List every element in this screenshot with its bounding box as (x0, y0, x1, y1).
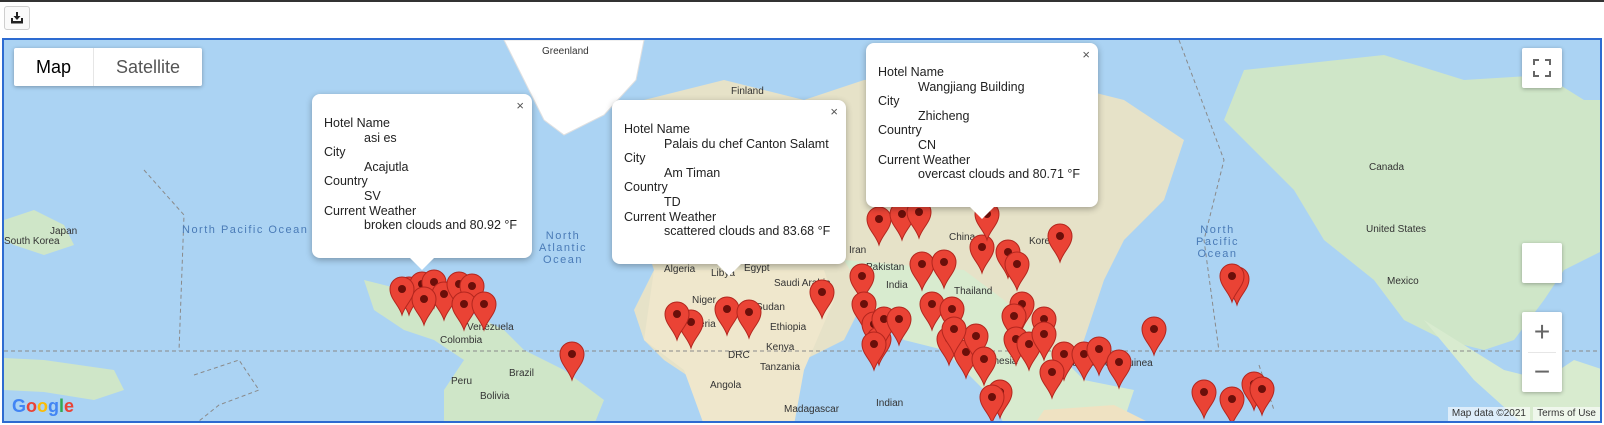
world-map[interactable]: Greenland Finland South Korea Japan Canada Un… (2, 38, 1602, 423)
map-marker-pin-icon[interactable] (866, 206, 892, 247)
map-marker-pin-icon[interactable] (1106, 349, 1132, 390)
map-type-control: Map Satellite (14, 48, 203, 86)
map-marker-pin-icon[interactable] (969, 234, 995, 275)
info-label: City (878, 94, 900, 109)
info-value: overcast clouds and 80.71 °F (918, 167, 1081, 182)
close-icon[interactable]: × (1082, 47, 1090, 62)
map-marker-pin-icon[interactable] (714, 296, 740, 337)
zoom-control: + − (1522, 312, 1562, 392)
info-label: Hotel Name (878, 65, 944, 79)
map-marker-pin-icon[interactable] (1004, 251, 1030, 292)
map-marker-pin-icon[interactable] (451, 291, 477, 332)
info-value: Palais du chef Canton Salamt (664, 136, 829, 151)
info-window-zhicheng: × Hotel Name Wangjiang Building City Zhi… (866, 43, 1098, 219)
info-label: City (624, 151, 646, 166)
info-label: Country (324, 174, 368, 189)
map-marker-pin-icon[interactable] (1039, 359, 1065, 400)
map-type-satellite-button[interactable]: Satellite (94, 48, 202, 86)
info-label: City (324, 145, 346, 160)
map-marker-pin-icon[interactable] (736, 299, 762, 340)
info-value: SV (364, 188, 381, 203)
info-label: Current Weather (624, 209, 717, 224)
info-window-acajutla: × Hotel Name asi es City Acajutla Countr… (312, 94, 532, 270)
map-marker-pin-icon[interactable] (1047, 223, 1073, 264)
fullscreen-button[interactable] (1522, 48, 1562, 88)
zoom-in-button[interactable]: + (1534, 312, 1550, 352)
info-value: scattered clouds and 83.68 °F (664, 224, 831, 239)
info-value: asi es (364, 130, 397, 145)
info-label: Current Weather (878, 152, 971, 167)
info-label: Current Weather (324, 203, 417, 218)
info-value: Zhicheng (918, 108, 970, 123)
map-marker-pin-icon[interactable] (471, 291, 497, 332)
info-value: TD (664, 194, 681, 209)
info-value: broken clouds and 80.92 °F (364, 218, 518, 233)
map-marker-pin-icon[interactable] (931, 249, 957, 290)
info-label: Hotel Name (624, 122, 690, 136)
info-value: Am Timan (664, 165, 721, 180)
map-marker-pin-icon[interactable] (1191, 379, 1217, 420)
map-marker-pin-icon[interactable] (861, 331, 887, 372)
info-value: Wangjiang Building (918, 79, 1025, 94)
info-label: Country (878, 123, 922, 138)
info-label: Country (624, 180, 668, 195)
map-marker-pin-icon[interactable] (411, 286, 437, 327)
info-value: CN (918, 137, 937, 152)
close-icon[interactable]: × (516, 98, 524, 113)
download-button[interactable] (4, 6, 30, 30)
map-marker-pin-icon[interactable] (559, 341, 585, 382)
info-value: Acajutla (364, 159, 409, 174)
download-icon (11, 12, 23, 24)
map-type-map-button[interactable]: Map (14, 48, 95, 86)
fullscreen-icon (1533, 59, 1551, 77)
google-logo: Google (12, 396, 75, 416)
info-window-am-timan: × Hotel Name Palais du chef Canton Salam… (612, 100, 846, 276)
street-view-button[interactable] (1522, 243, 1562, 283)
map-data-attribution: Map data ©2021 (1447, 407, 1530, 421)
map-marker-pin-icon[interactable] (971, 346, 997, 387)
terms-link[interactable]: Terms of Use (1533, 407, 1600, 421)
close-icon[interactable]: × (830, 104, 838, 119)
info-label: Hotel Name (324, 116, 390, 130)
zoom-out-button[interactable]: − (1534, 353, 1550, 392)
map-marker-pin-icon[interactable] (1219, 386, 1245, 423)
map-marker-pin-icon[interactable] (809, 279, 835, 320)
map-marker-pin-icon[interactable] (909, 251, 935, 292)
output-toolbar (0, 0, 1604, 38)
map-marker-pin-icon[interactable] (1086, 336, 1112, 377)
map-marker-pin-icon[interactable] (1141, 316, 1167, 357)
